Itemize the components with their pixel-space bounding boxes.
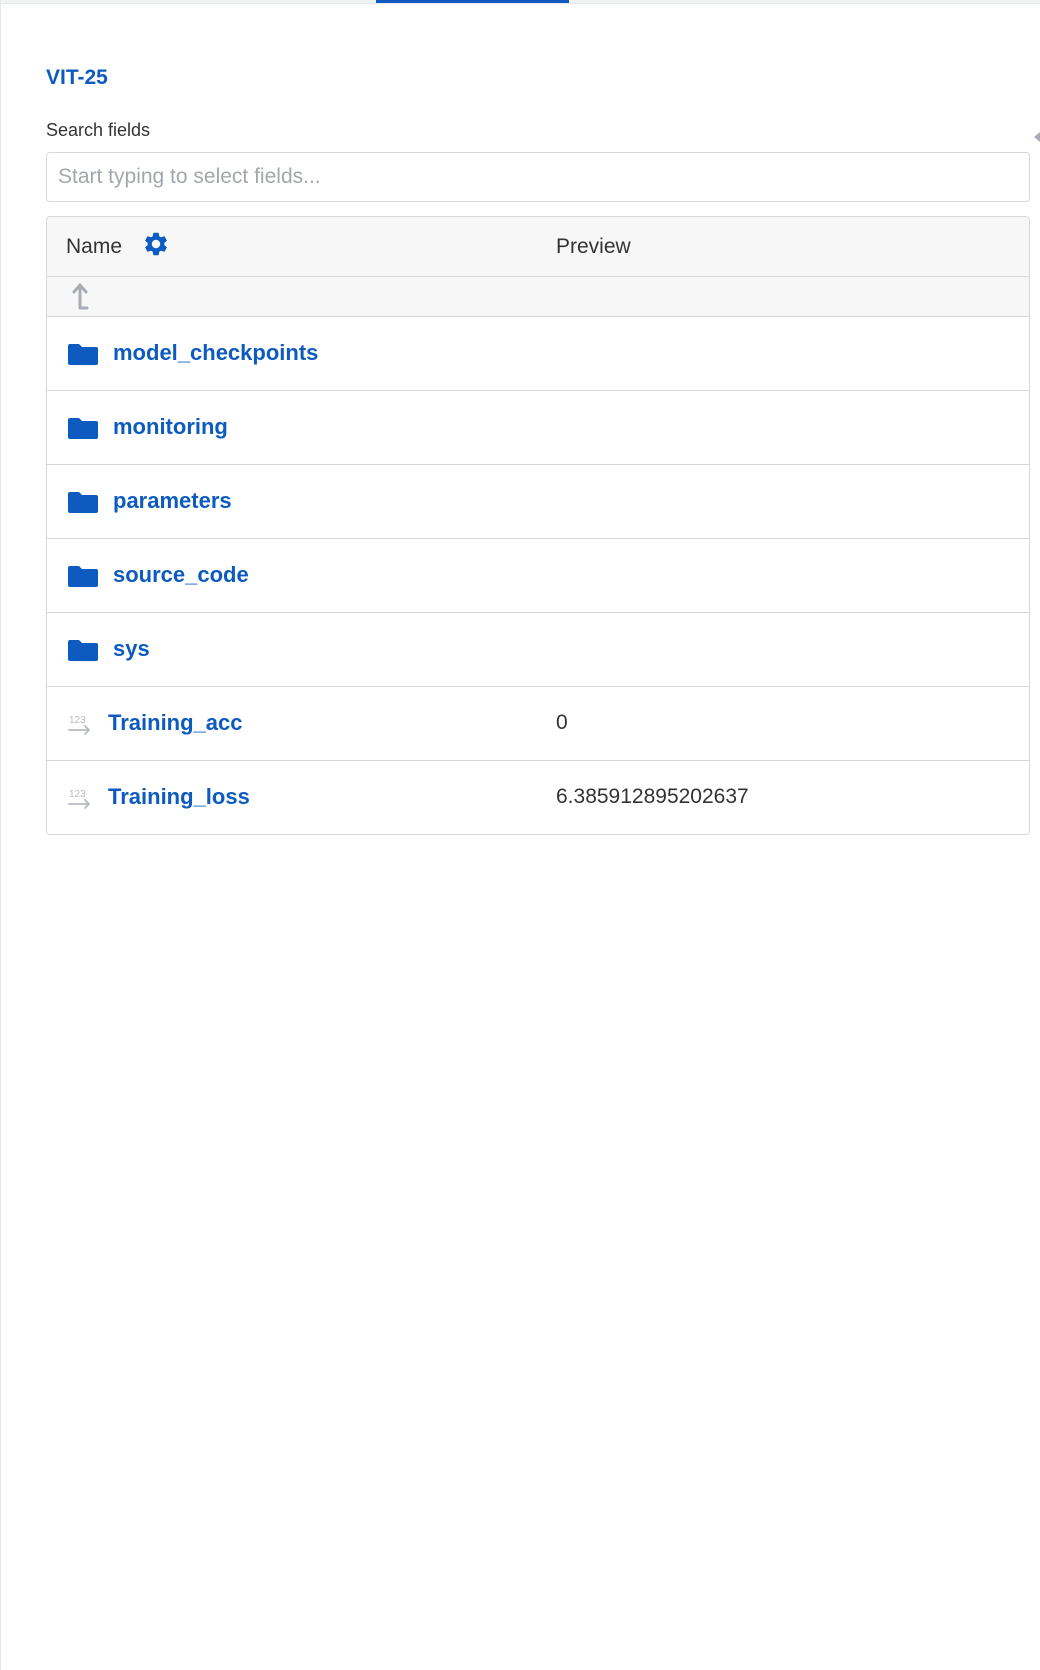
panel-left-border — [0, 0, 1, 1670]
field-name[interactable]: Training_loss — [108, 784, 250, 810]
table-row[interactable]: source_code — [47, 539, 1029, 613]
gear-icon[interactable] — [142, 230, 170, 258]
numeric-field-icon: 123 — [68, 789, 90, 809]
svg-text:123: 123 — [69, 789, 86, 800]
table-row[interactable]: 123 Training_acc 0 — [47, 687, 1029, 761]
table-row[interactable]: 123 Training_loss 6.385912895202637 — [47, 761, 1029, 834]
field-name[interactable]: model_checkpoints — [113, 340, 318, 366]
field-name[interactable]: source_code — [113, 562, 249, 588]
field-name[interactable]: Training_acc — [108, 710, 243, 736]
table-header: Name Preview — [47, 217, 1029, 277]
search-input[interactable] — [46, 152, 1030, 202]
collapse-panel-icon[interactable] — [1034, 132, 1040, 142]
arrow-up-icon — [72, 283, 89, 310]
svg-text:123: 123 — [69, 715, 86, 726]
parent-folder-row[interactable] — [47, 277, 1029, 317]
table-row[interactable]: sys — [47, 613, 1029, 687]
numeric-field-icon: 123 — [68, 715, 90, 735]
folder-icon — [68, 344, 98, 365]
field-name[interactable]: sys — [113, 636, 150, 662]
column-header-name: Name — [66, 235, 123, 258]
folder-icon — [68, 566, 98, 587]
run-title[interactable]: VIT-25 — [46, 66, 108, 90]
field-preview: 0 — [556, 711, 568, 734]
field-name[interactable]: monitoring — [113, 414, 228, 440]
fields-table: Name Preview model_checkpoints monitorin… — [46, 216, 1030, 835]
active-tab-indicator — [376, 0, 569, 3]
folder-icon — [68, 492, 98, 513]
table-row[interactable]: model_checkpoints — [47, 317, 1029, 391]
column-header-preview: Preview — [556, 235, 631, 258]
search-label: Search fields — [46, 120, 151, 140]
table-row[interactable]: parameters — [47, 465, 1029, 539]
field-name[interactable]: parameters — [113, 488, 232, 514]
folder-icon — [68, 640, 98, 661]
folder-icon — [68, 418, 98, 439]
table-row[interactable]: monitoring — [47, 391, 1029, 465]
field-preview: 6.385912895202637 — [556, 785, 749, 808]
